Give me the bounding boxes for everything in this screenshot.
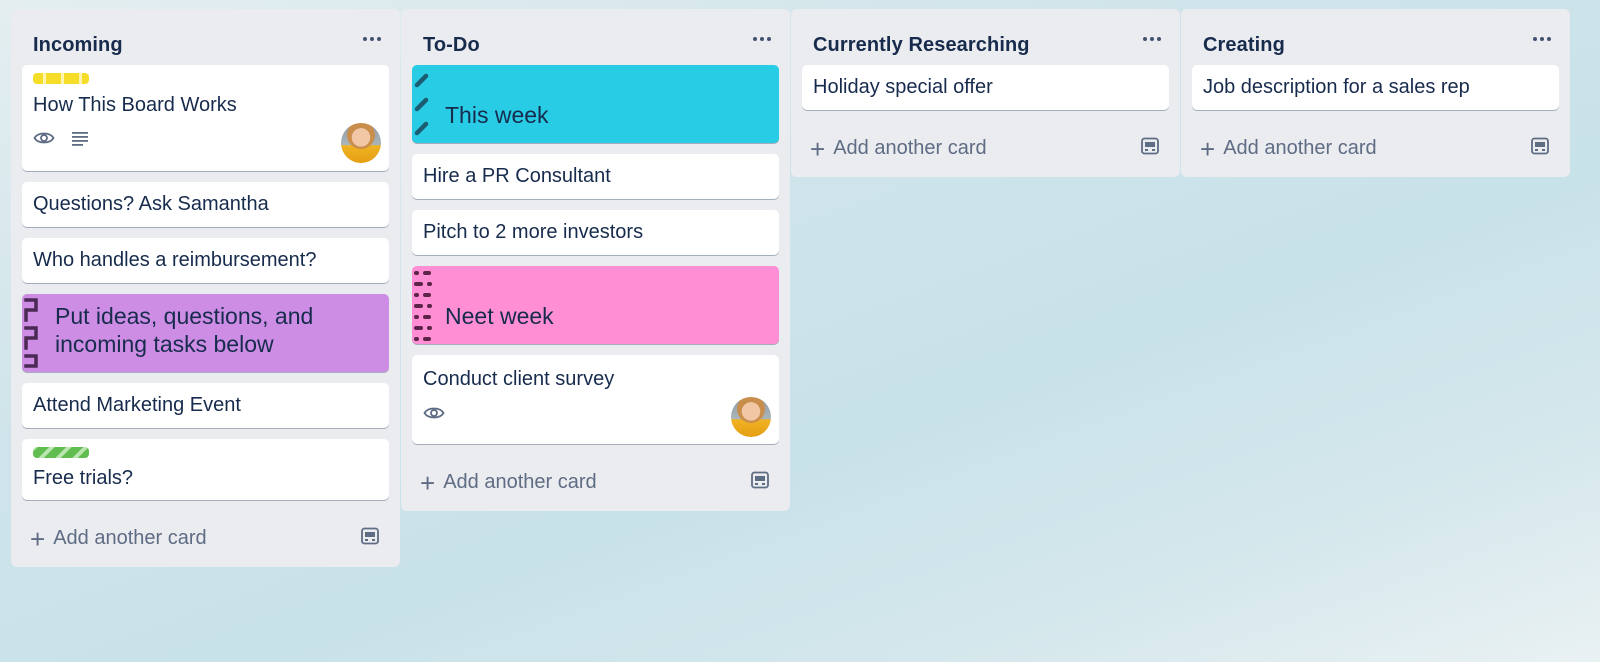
more-horizontal-icon[interactable] xyxy=(352,25,392,53)
list-header: Creating xyxy=(1181,9,1570,65)
list-creating: Creating Job description for a sales rep… xyxy=(1181,9,1570,177)
more-horizontal-icon[interactable] xyxy=(742,25,782,53)
card-title: Hire a PR Consultant xyxy=(423,165,611,187)
list-title[interactable]: Currently Researching xyxy=(813,34,1030,57)
card-questions[interactable]: Questions? Ask Samantha xyxy=(22,182,389,227)
card-free-trials[interactable]: Free trials? xyxy=(22,439,389,500)
add-card-label: Add another card xyxy=(443,471,597,493)
card-list: Holiday special offer xyxy=(791,65,1180,110)
card-template-icon[interactable] xyxy=(750,471,770,489)
more-horizontal-icon[interactable] xyxy=(1132,25,1172,53)
list-currently-researching: Currently Researching Holiday special of… xyxy=(791,9,1180,177)
card-reimbursement[interactable]: Who handles a reimbursement? xyxy=(22,238,389,283)
card-pitch-investors[interactable]: Pitch to 2 more investors xyxy=(412,210,779,255)
card-template-icon[interactable] xyxy=(1530,137,1550,155)
label-green[interactable] xyxy=(33,447,89,458)
card-title: Who handles a reimbursement? xyxy=(33,249,317,271)
eye-icon xyxy=(423,407,445,419)
add-card-row: + Add another card xyxy=(401,455,790,511)
add-card-button[interactable]: + Add another card xyxy=(1196,133,1381,164)
add-card-label: Add another card xyxy=(833,137,987,159)
card-template-icon[interactable] xyxy=(1140,137,1160,155)
add-card-label: Add another card xyxy=(53,527,207,549)
card-job-description[interactable]: Job description for a sales rep xyxy=(1192,65,1559,110)
card-list: How This Board Works Questions? Ask Sama… xyxy=(11,65,400,500)
card-title: Job description for a sales rep xyxy=(1203,76,1470,98)
avatar[interactable] xyxy=(731,397,771,437)
card-hire-pr-consultant[interactable]: Hire a PR Consultant xyxy=(412,154,779,199)
add-card-button[interactable]: + Add another card xyxy=(26,523,211,554)
add-card-row: + Add another card xyxy=(1181,121,1570,177)
description-icon xyxy=(72,132,88,146)
avatar[interactable] xyxy=(341,123,381,163)
card-title: Free trials? xyxy=(33,467,134,489)
list-title[interactable]: Incoming xyxy=(33,34,123,57)
card-badges xyxy=(33,130,89,146)
add-card-row: + Add another card xyxy=(11,511,400,567)
add-card-row: + Add another card xyxy=(791,121,1180,177)
plus-icon: + xyxy=(420,467,436,498)
list-title[interactable]: Creating xyxy=(1203,34,1285,57)
card-attend-marketing-event[interactable]: Attend Marketing Event xyxy=(22,383,389,428)
card-conduct-client-survey[interactable]: Conduct client survey xyxy=(412,355,779,444)
card-title: Attend Marketing Event xyxy=(33,394,241,416)
list-header: Currently Researching xyxy=(791,9,1180,65)
card-title: Put ideas, questions, and incoming tasks… xyxy=(55,303,314,357)
eye-icon xyxy=(33,132,55,144)
list-header: Incoming xyxy=(11,9,400,65)
plus-icon: + xyxy=(1200,133,1216,164)
add-card-label: Add another card xyxy=(1223,137,1377,159)
card-badges xyxy=(423,405,445,421)
card-title: Conduct client survey xyxy=(423,368,615,390)
card-title: Holiday special offer xyxy=(813,76,993,98)
card-how-this-board-works[interactable]: How This Board Works xyxy=(22,65,389,171)
label-yellow[interactable] xyxy=(33,73,89,84)
list-incoming: Incoming How This Board Works Questions?… xyxy=(11,9,400,567)
card-title: How This Board Works xyxy=(33,94,237,116)
card-cover-cyan[interactable]: This week xyxy=(412,65,779,143)
plus-icon: + xyxy=(30,523,46,554)
card-title: Neet week xyxy=(445,303,554,329)
list-title[interactable]: To-Do xyxy=(423,34,480,57)
card-title: Pitch to 2 more investors xyxy=(423,221,644,243)
card-list: This week Hire a PR Consultant Pitch to … xyxy=(401,65,790,444)
add-card-button[interactable]: + Add another card xyxy=(416,467,601,498)
board-canvas: Incoming How This Board Works Questions?… xyxy=(0,0,1600,662)
list-to-do: To-Do This week Hire a PR Consultant Pit… xyxy=(401,9,790,511)
add-card-button[interactable]: + Add another card xyxy=(806,133,991,164)
plus-icon: + xyxy=(810,133,826,164)
card-cover-pink[interactable]: Neet week xyxy=(412,266,779,344)
list-header: To-Do xyxy=(401,9,790,65)
card-title: Questions? Ask Samantha xyxy=(33,193,269,215)
cover-pattern xyxy=(24,298,38,368)
card-cover-purple[interactable]: Put ideas, questions, and incoming tasks… xyxy=(22,294,389,372)
card-title: This week xyxy=(445,102,549,128)
card-holiday-special-offer[interactable]: Holiday special offer xyxy=(802,65,1169,110)
card-template-icon[interactable] xyxy=(360,527,380,545)
card-list: Job description for a sales rep xyxy=(1181,65,1570,110)
more-horizontal-icon[interactable] xyxy=(1522,25,1562,53)
